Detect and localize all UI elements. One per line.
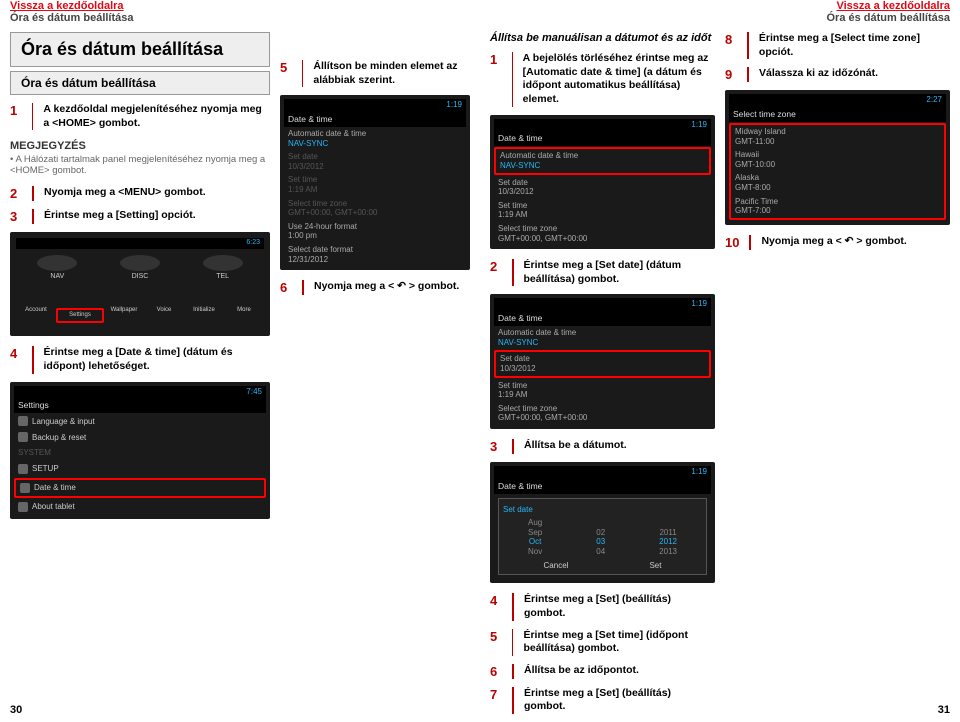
page-title-box: Óra és dátum beállítása xyxy=(10,32,270,67)
step-r5: 5Érintse meg a [Set time] (időpont beáll… xyxy=(490,629,715,656)
screenshot-r2: 1:19 Date & time Automatic date & timeNA… xyxy=(490,294,715,429)
screenshot-settings: 7:45 Settings Language & input Backup & … xyxy=(10,382,270,519)
step-r4: 4Érintse meg a [Set] (beállítás) gombot. xyxy=(490,593,715,620)
screenshot-timezone: 2:27 Select time zone Midway IslandGMT-1… xyxy=(725,90,950,225)
step-r8: 8Érintse meg a [Select time zone] opciót… xyxy=(725,32,950,59)
step-r1: 1A bejelölés törléséhez érintse meg az [… xyxy=(490,52,715,107)
screenshot-home: 6:23 NAV DISC TEL Account Settings Wallp… xyxy=(10,232,270,336)
subtitle-box: Óra és dátum beállítása xyxy=(10,71,270,95)
step-6: 6Nyomja meg a < ↶ > gombot. xyxy=(280,280,470,295)
step-1: 1A kezdőoldal megjelenítéséhez nyomja me… xyxy=(10,103,270,130)
step-r3: 3Állítsa be a dátumot. xyxy=(490,439,715,454)
header-crumb: Óra és dátum beállítása xyxy=(10,12,470,24)
step-r6: 6Állítsa be az időpontot. xyxy=(490,664,715,679)
step-r7: 7Érintse meg a [Set] (beállítás) gombot. xyxy=(490,687,715,714)
screenshot-r1: 1:19 Date & time Automatic date & timeNA… xyxy=(490,115,715,250)
step-5: 5Állítson be minden elemet az alábbiak s… xyxy=(280,60,470,87)
step-2: 2Nyomja meg a <MENU> gombot. xyxy=(10,186,270,201)
screenshot-datetime: 1:19 Date & time Automatic date & timeNA… xyxy=(280,95,470,270)
step-r10: 10Nyomja meg a < ↶ > gombot. xyxy=(725,235,950,250)
page-number-left: 30 xyxy=(10,704,22,716)
header-home-link[interactable]: Vissza a kezdőoldalra xyxy=(10,0,470,12)
step-r2: 2Érintse meg a [Set date] (dátum beállít… xyxy=(490,259,715,286)
page-number-right: 31 xyxy=(938,704,950,716)
note-title: MEGJEGYZÉS xyxy=(10,140,270,152)
header-crumb-r: Óra és dátum beállítása xyxy=(490,12,950,24)
note-body: • A Hálózati tartalmak panel megjeleníté… xyxy=(10,154,270,176)
step-r9: 9Válassza ki az időzónát. xyxy=(725,67,950,82)
screenshot-r3: 1:19 Date & time Set date AugSepOctNov 0… xyxy=(490,462,715,583)
header-home-link-r[interactable]: Vissza a kezdőoldalra xyxy=(490,0,950,12)
step-4: 4Érintse meg a [Date & time] (dátum és i… xyxy=(10,346,270,373)
sub-heading: Állítsa be manuálisan a dátumot és az id… xyxy=(490,32,715,44)
step-3: 3Érintse meg a [Setting] opciót. xyxy=(10,209,270,224)
